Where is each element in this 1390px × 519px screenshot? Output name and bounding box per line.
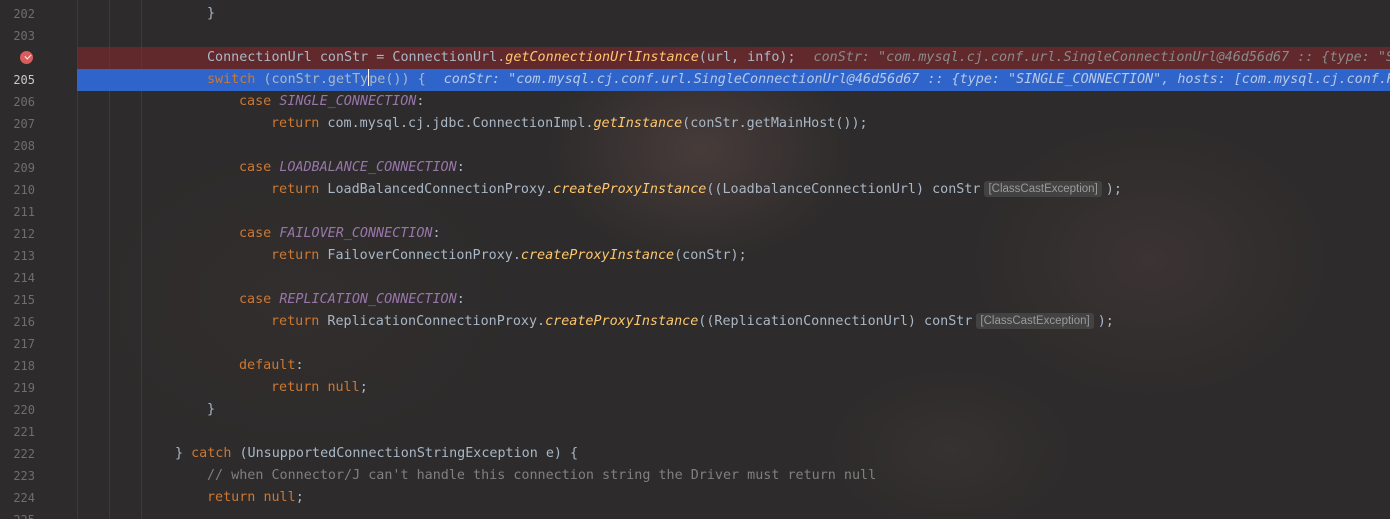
code-line-202[interactable]: }: [77, 3, 1390, 25]
line-number: 218: [13, 359, 35, 373]
keyword: return: [271, 314, 320, 329]
code-comment: // when Connector/J can't handle this co…: [207, 468, 877, 483]
keyword: return: [271, 380, 320, 395]
gutter-line-205[interactable]: 205: [0, 69, 77, 91]
gutter-line-215[interactable]: 215: [0, 289, 77, 311]
line-number: 213: [13, 249, 35, 263]
line-number: 206: [13, 95, 35, 109]
code-line-216[interactable]: return ReplicationConnectionProxy.create…: [77, 311, 1390, 333]
keyword: default: [239, 358, 296, 373]
code-line-206[interactable]: case SINGLE_CONNECTION:: [77, 91, 1390, 113]
code-line-224[interactable]: return null;: [77, 487, 1390, 509]
gutter-line-218[interactable]: 218: [0, 355, 77, 377]
enum-constant: REPLICATION_CONNECTION: [279, 292, 457, 307]
keyword: return: [271, 182, 320, 197]
gutter-line-207[interactable]: 207: [0, 113, 77, 135]
line-number: 210: [13, 183, 35, 197]
gutter-line-203[interactable]: 203: [0, 25, 77, 47]
inline-debug-value[interactable]: conStr: "com.mysql.cj.conf.url.SingleCon…: [444, 72, 1390, 87]
line-number: 214: [13, 271, 35, 285]
gutter-line-217[interactable]: 217: [0, 333, 77, 355]
line-number: 221: [13, 425, 35, 439]
line-number: 209: [13, 161, 35, 175]
line-number-gutter[interactable]: 202 203 205 206 207 208 209 210 211 212 …: [0, 0, 77, 519]
keyword: return: [271, 116, 320, 131]
code-line-215[interactable]: case REPLICATION_CONNECTION:: [77, 289, 1390, 311]
gutter-line-224[interactable]: 224: [0, 487, 77, 509]
gutter-line-223[interactable]: 223: [0, 465, 77, 487]
gutter-line-222[interactable]: 222: [0, 443, 77, 465]
gutter-line-221[interactable]: 221: [0, 421, 77, 443]
keyword: switch: [207, 72, 256, 87]
line-number: 208: [13, 139, 35, 153]
gutter-line-225[interactable]: 225: [0, 509, 77, 519]
enum-constant: FAILOVER_CONNECTION: [279, 226, 433, 241]
line-number: 211: [13, 205, 35, 219]
gutter-line-220[interactable]: 220: [0, 399, 77, 421]
line-number: 222: [13, 447, 35, 461]
keyword: catch: [191, 446, 232, 461]
keyword: return: [207, 490, 256, 505]
gutter-line-212[interactable]: 212: [0, 223, 77, 245]
code-line-212[interactable]: case FAILOVER_CONNECTION:: [77, 223, 1390, 245]
line-number: 207: [13, 117, 35, 131]
code-line-218[interactable]: default:: [77, 355, 1390, 377]
keyword: case: [239, 94, 272, 109]
gutter-line-219[interactable]: 219: [0, 377, 77, 399]
exception-hint[interactable]: [ClassCastException]: [976, 313, 1094, 329]
code-editor[interactable]: 202 203 205 206 207 208 209 210 211 212 …: [0, 0, 1390, 519]
gutter-line-202[interactable]: 202: [0, 3, 77, 25]
line-number: 212: [13, 227, 35, 241]
line-number: 224: [13, 491, 35, 505]
line-number: 202: [13, 7, 35, 21]
code-line-204-breakpoint[interactable]: ConnectionUrl conStr = ConnectionUrl.get…: [77, 47, 1390, 69]
null-keyword: null: [327, 380, 360, 395]
gutter-line-209[interactable]: 209: [0, 157, 77, 179]
null-keyword: null: [263, 490, 296, 505]
line-number: 219: [13, 381, 35, 395]
code-line-213[interactable]: return FailoverConnectionProxy.createPro…: [77, 245, 1390, 267]
method-name: createProxyInstance: [520, 248, 675, 263]
line-number: 223: [13, 469, 35, 483]
code-line-222[interactable]: } catch (UnsupportedConnectionStringExce…: [77, 443, 1390, 465]
line-number: 205: [13, 73, 35, 87]
gutter-line-206[interactable]: 206: [0, 91, 77, 113]
line-number: 217: [13, 337, 35, 351]
method-name: getInstance: [593, 116, 683, 131]
method-name: createProxyInstance: [545, 314, 699, 329]
enum-constant: SINGLE_CONNECTION: [279, 94, 417, 109]
line-number: 216: [13, 315, 35, 329]
code-line-223[interactable]: // when Connector/J can't handle this co…: [77, 465, 1390, 487]
breakpoint-check-icon[interactable]: [20, 51, 33, 64]
keyword: case: [239, 226, 272, 241]
gutter-line-210[interactable]: 210: [0, 179, 77, 201]
code-line-205-execution-point[interactable]: switch (conStr.getType()) {conStr: "com.…: [77, 69, 1390, 91]
exception-hint[interactable]: [ClassCastException]: [984, 181, 1102, 197]
gutter-line-214[interactable]: 214: [0, 267, 77, 289]
inline-debug-value[interactable]: conStr: "com.mysql.cj.conf.url.SingleCon…: [814, 50, 1390, 65]
gutter-line-213[interactable]: 213: [0, 245, 77, 267]
gutter-line-208[interactable]: 208: [0, 135, 77, 157]
code-line-209[interactable]: case LOADBALANCE_CONNECTION:: [77, 157, 1390, 179]
method-name: getConnectionUrlInstance: [505, 50, 699, 65]
line-number: 225: [13, 509, 35, 519]
gutter-line-204[interactable]: [0, 47, 77, 69]
keyword: return: [271, 248, 320, 263]
line-number: 220: [13, 403, 35, 417]
method-name: createProxyInstance: [553, 182, 707, 197]
enum-constant: LOADBALANCE_CONNECTION: [279, 160, 457, 175]
line-number: 203: [13, 29, 35, 43]
code-line-220[interactable]: }: [77, 399, 1390, 421]
line-number: 215: [13, 293, 35, 307]
keyword: case: [239, 160, 272, 175]
keyword: case: [239, 292, 272, 307]
type-name: ConnectionUrl: [207, 50, 312, 65]
code-line-219[interactable]: return null;: [77, 377, 1390, 399]
code-area[interactable]: } ConnectionUrl conStr = ConnectionUrl.g…: [77, 0, 1390, 519]
code-line-207[interactable]: return com.mysql.cj.jdbc.ConnectionImpl.…: [77, 113, 1390, 135]
gutter-line-211[interactable]: 211: [0, 201, 77, 223]
gutter-line-216[interactable]: 216: [0, 311, 77, 333]
code-line-210[interactable]: return LoadBalancedConnectionProxy.creat…: [77, 179, 1390, 201]
